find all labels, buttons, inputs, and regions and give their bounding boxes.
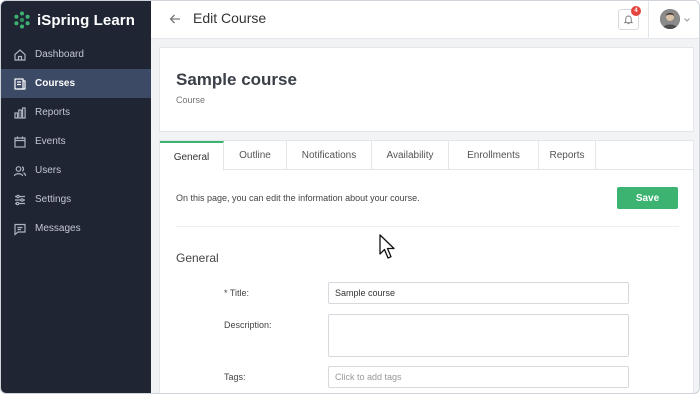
notification-count-badge: 4	[631, 6, 641, 16]
course-type-label: Course	[176, 95, 206, 105]
home-icon	[13, 48, 27, 62]
back-arrow-icon[interactable]	[168, 12, 182, 26]
sidebar: iSpring Learn Dashboard Courses Reports	[1, 1, 151, 393]
top-header: Edit Course 4	[151, 1, 699, 39]
tab-outline[interactable]: Outline	[224, 141, 287, 170]
header-divider	[648, 1, 649, 39]
calendar-icon	[13, 135, 27, 149]
info-text: On this page, you can edit the informati…	[176, 193, 420, 203]
sliders-icon	[13, 193, 27, 207]
sidebar-item-label: Reports	[35, 107, 71, 118]
bell-icon	[623, 15, 634, 25]
course-header-card: Sample course Course	[159, 47, 694, 132]
save-button[interactable]: Save	[617, 187, 678, 209]
divider	[176, 226, 679, 227]
sidebar-item-label: Courses	[35, 78, 76, 89]
sidebar-item-label: Dashboard	[35, 49, 84, 60]
course-title: Sample course	[176, 70, 297, 89]
tab-bar: General Outline Notifications Availabili…	[160, 141, 695, 171]
description-label: Description:	[224, 320, 272, 330]
bar-chart-icon	[13, 106, 27, 120]
sidebar-item-label: Settings	[35, 194, 72, 205]
tab-label: Enrollments	[467, 150, 520, 161]
title-label: * Title:	[224, 288, 250, 298]
tab-availability[interactable]: Availability	[372, 141, 449, 170]
tab-reports[interactable]: Reports	[539, 141, 596, 170]
sidebar-item-dashboard[interactable]: Dashboard	[1, 40, 151, 69]
sidebar-item-reports[interactable]: Reports	[1, 98, 151, 127]
sidebar-item-events[interactable]: Events	[1, 127, 151, 156]
courses-icon	[13, 77, 27, 91]
tags-input[interactable]: Click to add tags	[328, 366, 629, 388]
sidebar-item-label: Messages	[35, 223, 81, 234]
sidebar-item-label: Users	[35, 165, 62, 176]
tab-notifications[interactable]: Notifications	[287, 141, 372, 170]
avatar[interactable]	[660, 9, 680, 29]
brand[interactable]: iSpring Learn	[13, 9, 135, 31]
tab-label: Notifications	[301, 150, 357, 161]
sidebar-item-settings[interactable]: Settings	[1, 185, 151, 214]
sidebar-nav: Dashboard Courses Reports Events Users S…	[1, 40, 151, 243]
edit-course-panel: General Outline Notifications Availabili…	[159, 140, 695, 393]
sidebar-item-messages[interactable]: Messages	[1, 214, 151, 243]
sidebar-item-users[interactable]: Users	[1, 156, 151, 185]
description-textarea[interactable]	[328, 314, 629, 357]
ispring-logo-icon	[13, 11, 31, 29]
brand-name: iSpring Learn	[37, 11, 135, 29]
tab-label: Outline	[239, 150, 271, 161]
mouse-cursor-icon	[379, 234, 397, 260]
chevron-down-icon[interactable]	[683, 15, 691, 23]
title-input[interactable]: Sample course	[328, 282, 629, 304]
sidebar-item-courses[interactable]: Courses	[1, 69, 151, 98]
tab-general[interactable]: General	[160, 141, 224, 171]
tab-enrollments[interactable]: Enrollments	[449, 141, 539, 170]
section-title: General	[176, 251, 219, 265]
page-title: Edit Course	[193, 10, 267, 26]
users-icon	[13, 164, 27, 178]
app-window: iSpring Learn Dashboard Courses Reports	[0, 0, 700, 394]
tab-label: Reports	[549, 150, 585, 161]
tags-label: Tags:	[224, 372, 246, 382]
tab-label: Availability	[386, 150, 434, 161]
tab-label: General	[173, 151, 210, 163]
message-icon	[13, 222, 27, 236]
sidebar-item-label: Events	[35, 136, 66, 147]
